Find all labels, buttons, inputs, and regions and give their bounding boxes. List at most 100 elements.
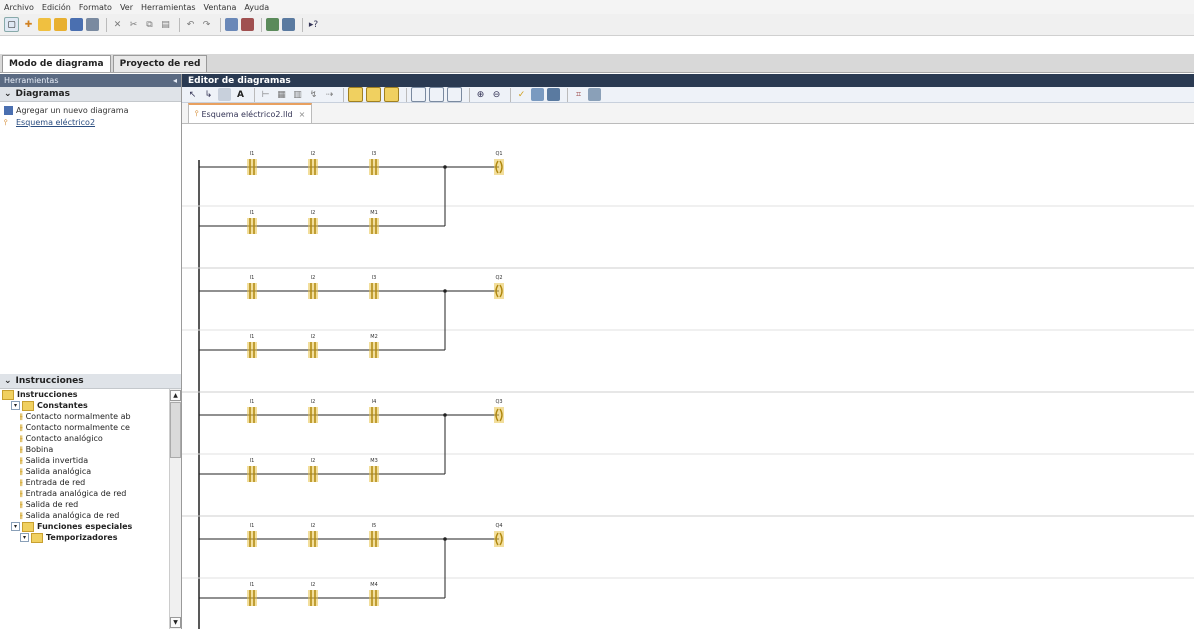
coil[interactable]: Q1 bbox=[494, 151, 504, 175]
tree-item[interactable]: ⫲ Contacto analógico bbox=[0, 433, 168, 444]
coil-tool-icon[interactable]: ▦ bbox=[275, 88, 288, 101]
contact-no[interactable]: I1 bbox=[247, 210, 257, 234]
cut-icon[interactable]: ✂ bbox=[127, 18, 140, 31]
close-tab-icon[interactable]: × bbox=[299, 110, 306, 119]
contact-no[interactable]: I2 bbox=[308, 334, 318, 358]
align-right-icon[interactable] bbox=[384, 87, 399, 102]
expand-icon[interactable]: ▾ bbox=[11, 522, 20, 531]
menu-ventana[interactable]: Ventana bbox=[200, 3, 241, 12]
tree-folder[interactable]: ▾ Temporizadores bbox=[0, 532, 168, 543]
menu-herramientas[interactable]: Herramientas bbox=[137, 3, 200, 12]
tree-item[interactable]: ⫲ Entrada analógica de red bbox=[0, 488, 168, 499]
contact-no[interactable]: I1 bbox=[247, 151, 257, 175]
layout-3-icon[interactable] bbox=[447, 87, 462, 102]
contact-no[interactable]: I2 bbox=[308, 275, 318, 299]
tree-item[interactable]: ⫲ Salida analógica bbox=[0, 466, 168, 477]
paste-icon[interactable]: ▤ bbox=[159, 18, 172, 31]
tab-diagram-mode[interactable]: Modo de diagrama bbox=[2, 55, 111, 72]
expand-icon[interactable]: ▾ bbox=[11, 401, 20, 410]
open-folder-icon[interactable] bbox=[54, 18, 67, 31]
tree-item[interactable]: ⫲ Salida de red bbox=[0, 499, 168, 510]
contact-no[interactable]: I3 bbox=[369, 151, 379, 175]
menu-formato[interactable]: Formato bbox=[75, 3, 116, 12]
redo-icon[interactable]: ↷ bbox=[200, 18, 213, 31]
text-tool-icon[interactable]: A bbox=[234, 88, 247, 101]
contact-no[interactable]: I2 bbox=[308, 210, 318, 234]
diagrams-header[interactable]: ⌄ Diagramas bbox=[0, 87, 181, 102]
new-file-icon[interactable]: ▢ bbox=[4, 17, 19, 32]
tree-item[interactable]: ⫲ Bobina bbox=[0, 444, 168, 455]
tree-item[interactable]: ⫲ Salida analógica de red bbox=[0, 510, 168, 521]
shortcut-tool-icon[interactable]: ⇢ bbox=[323, 88, 336, 101]
compare-icon[interactable] bbox=[225, 18, 238, 31]
properties-icon[interactable] bbox=[588, 88, 601, 101]
print-icon[interactable] bbox=[86, 18, 99, 31]
online-test-icon[interactable] bbox=[547, 88, 560, 101]
contact-tool-icon[interactable]: ⊢ bbox=[259, 88, 272, 101]
contact-no[interactable]: I2 bbox=[308, 458, 318, 482]
contact-no[interactable]: I4 bbox=[369, 399, 379, 423]
diagram-item-esquema[interactable]: ⫯ Esquema eléctrico2 bbox=[0, 116, 181, 128]
contact-no[interactable]: I1 bbox=[247, 582, 257, 606]
scroll-down-icon[interactable]: ▼ bbox=[170, 617, 181, 628]
contact-no[interactable]: M2 bbox=[369, 334, 379, 358]
device-to-pc-icon[interactable] bbox=[282, 18, 295, 31]
contact-no[interactable]: I2 bbox=[308, 523, 318, 547]
block-tool-icon[interactable] bbox=[218, 88, 231, 101]
align-left-icon[interactable] bbox=[348, 87, 363, 102]
menu-ver[interactable]: Ver bbox=[116, 3, 137, 12]
tree-item[interactable]: ⫲ Salida invertida bbox=[0, 455, 168, 466]
new-plus-icon[interactable]: ✚ bbox=[22, 18, 35, 31]
open-icon[interactable] bbox=[38, 18, 51, 31]
contact-no[interactable]: I2 bbox=[308, 582, 318, 606]
contact-no[interactable]: I1 bbox=[247, 275, 257, 299]
menu-edicion[interactable]: Edición bbox=[38, 3, 75, 12]
coil[interactable]: Q4 bbox=[494, 523, 504, 547]
tree-item[interactable]: ⫲ Entrada de red bbox=[0, 477, 168, 488]
close-icon[interactable]: ✕ bbox=[111, 18, 124, 31]
ladder-canvas[interactable]: I1 I2 I3 I1 I2 M1 Q1 I1 I2 I3 I1 I2 M2 Q2 I1 I2 I4 I1 I2 M3… bbox=[182, 125, 1194, 629]
contact-no[interactable]: M3 bbox=[369, 458, 379, 482]
zoom-out-icon[interactable]: ⊖ bbox=[490, 88, 503, 101]
transfer-icon[interactable] bbox=[241, 18, 254, 31]
undo-icon[interactable]: ↶ bbox=[184, 18, 197, 31]
contact-no[interactable]: M4 bbox=[369, 582, 379, 606]
menu-ayuda[interactable]: Ayuda bbox=[240, 3, 273, 12]
select-tool-icon[interactable]: ↖ bbox=[186, 88, 199, 101]
zoom-in-icon[interactable]: ⊕ bbox=[474, 88, 487, 101]
tree-folder[interactable]: ▾ Funciones especiales bbox=[0, 521, 168, 532]
connect-tool-icon[interactable]: ↳ bbox=[202, 88, 215, 101]
scroll-thumb[interactable] bbox=[170, 402, 181, 458]
coil[interactable]: Q3 bbox=[494, 399, 504, 423]
tree-folder[interactable]: Instrucciones bbox=[0, 389, 168, 400]
align-center-icon[interactable] bbox=[366, 87, 381, 102]
pc-to-device-icon[interactable] bbox=[266, 18, 279, 31]
contact-no[interactable]: I3 bbox=[369, 275, 379, 299]
doc-tab-esquema[interactable]: ⫯ Esquema eléctrico2.lld × bbox=[188, 103, 313, 123]
copy-icon[interactable]: ⧉ bbox=[143, 18, 156, 31]
expand-icon[interactable]: ▾ bbox=[20, 533, 29, 542]
contact-no[interactable]: I1 bbox=[247, 334, 257, 358]
contact-no[interactable]: I1 bbox=[247, 458, 257, 482]
help-pointer-icon[interactable]: ▸? bbox=[307, 18, 320, 31]
contact-no[interactable]: I2 bbox=[308, 151, 318, 175]
tree-scrollbar[interactable]: ▲ ▼ bbox=[169, 389, 181, 629]
junction-dot[interactable] bbox=[443, 165, 447, 169]
contact-no[interactable]: I2 bbox=[308, 399, 318, 423]
junction-dot[interactable] bbox=[443, 289, 447, 293]
tree-folder[interactable]: ▾ Constantes bbox=[0, 400, 168, 411]
add-diagram-item[interactable]: Agregar un nuevo diagrama bbox=[0, 104, 181, 116]
simulate-icon[interactable] bbox=[531, 88, 544, 101]
collapse-icon[interactable]: ◂ bbox=[173, 76, 177, 85]
junction-dot[interactable] bbox=[443, 413, 447, 417]
tree-item[interactable]: ⫲ Contacto normalmente ce bbox=[0, 422, 168, 433]
contact-no[interactable]: I1 bbox=[247, 399, 257, 423]
check-icon[interactable]: ✓ bbox=[515, 88, 528, 101]
wire-tool-icon[interactable]: ↯ bbox=[307, 88, 320, 101]
contact-no[interactable]: M1 bbox=[369, 210, 379, 234]
coil[interactable]: Q2 bbox=[494, 275, 504, 299]
scroll-up-icon[interactable]: ▲ bbox=[170, 390, 181, 401]
menu-archivo[interactable]: Archivo bbox=[0, 3, 38, 12]
instructions-header[interactable]: ⌄ Instrucciones bbox=[0, 374, 181, 389]
layout-2-icon[interactable] bbox=[429, 87, 444, 102]
